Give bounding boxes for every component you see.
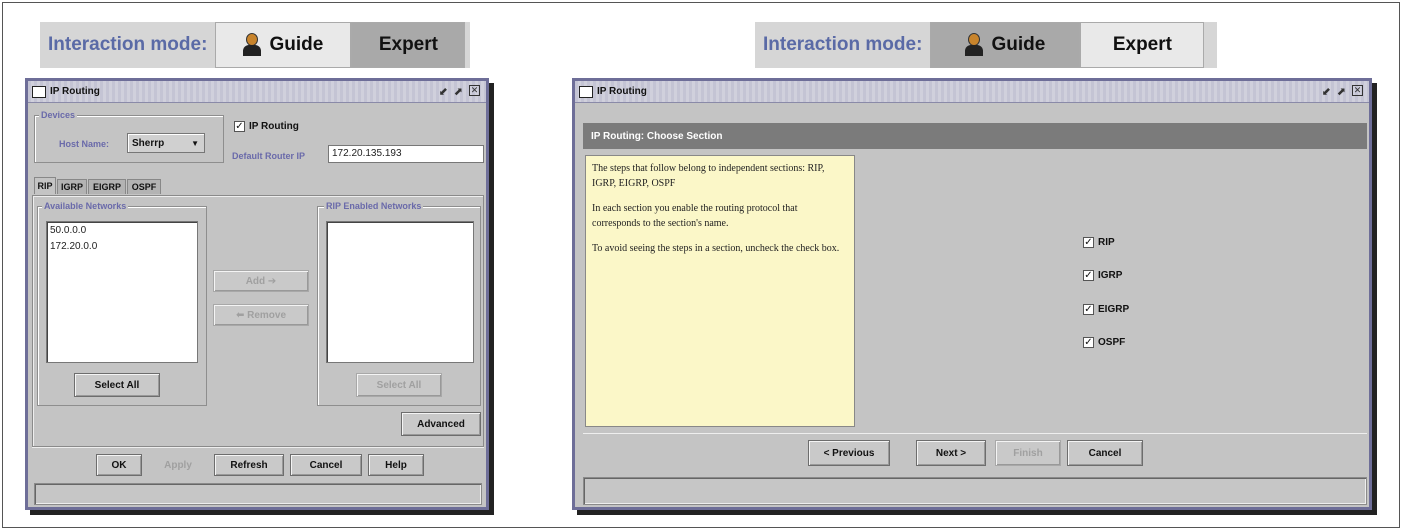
ip-routing-checkbox[interactable]: ✓ IP Routing (234, 121, 299, 132)
mode-label: Interaction mode: (763, 34, 923, 55)
arrow-right-icon: ➔ (267, 275, 277, 287)
right-mode-bar: Interaction mode: Guide Expert (755, 22, 1217, 68)
select-all-button[interactable]: Select All (74, 373, 160, 397)
cancel-button[interactable]: Cancel (1067, 440, 1143, 466)
available-networks-title: Available Networks (42, 201, 129, 211)
tab-panel: Available Networks 50.0.0.0 172.20.0.0 S… (32, 195, 484, 447)
available-networks-list[interactable]: 50.0.0.0 172.20.0.0 (46, 221, 198, 363)
tab-eigrp[interactable]: EIGRP (88, 179, 126, 194)
cancel-button[interactable]: Cancel (290, 454, 362, 476)
host-name-value: Sherrp (132, 137, 165, 149)
apply-button[interactable]: Apply (148, 454, 208, 476)
expert-mode-button[interactable]: Expert (1080, 22, 1205, 68)
expert-label: Expert (378, 34, 438, 55)
right-ip-routing-window: IP Routing ⬋ ⬈ ✕ IP Routing: Choose Sect… (572, 78, 1372, 510)
guide-person-icon (243, 33, 262, 57)
maximize-icon[interactable]: ⬈ (454, 85, 463, 98)
list-item[interactable]: 50.0.0.0 (50, 225, 194, 236)
section-header: IP Routing: Choose Section (583, 123, 1367, 149)
host-name-select[interactable]: Sherrp ▼ (127, 133, 205, 153)
help-paragraph: To avoid seeing the steps in a section, … (592, 243, 840, 254)
divider (583, 433, 1367, 434)
help-button[interactable]: Help (368, 454, 424, 476)
devices-group: Devices Host Name: Sherrp ▼ (34, 110, 224, 163)
close-icon[interactable]: ✕ (1352, 85, 1363, 96)
protocol-tabs: RIP IGRP EIGRP OSPF (34, 177, 184, 196)
default-router-input[interactable]: 172.20.135.193 (328, 145, 484, 163)
minimize-icon[interactable]: ⬋ (1322, 85, 1331, 98)
maximize-icon[interactable]: ⬈ (1337, 85, 1346, 98)
add-label: Add (245, 275, 266, 287)
mode-label: Interaction mode: (48, 34, 208, 55)
ospf-label: OSPF (1098, 337, 1126, 348)
window-title: IP Routing (50, 86, 100, 97)
add-button[interactable]: Add ➔ (213, 270, 309, 292)
advanced-button[interactable]: Advanced (401, 412, 481, 436)
window-titlebar: IP Routing ⬋ ⬈ ✕ (575, 81, 1369, 103)
rip-enabled-networks-group: RIP Enabled Networks Select All (317, 201, 481, 406)
section-header-title: IP Routing: Choose Section (591, 130, 723, 142)
chevron-down-icon: ▼ (191, 138, 199, 148)
status-bar (34, 483, 482, 505)
status-bar (583, 477, 1367, 505)
minimize-icon[interactable]: ⬋ (439, 85, 448, 98)
left-ip-routing-window: IP Routing ⬋ ⬈ ✕ Devices Host Name: Sher… (25, 78, 489, 510)
guide-label: Guide (269, 34, 324, 55)
window-title: IP Routing (597, 86, 647, 97)
window-icon (32, 85, 46, 98)
checkbox-checked-icon: ✓ (234, 121, 245, 132)
guide-mode-button[interactable]: Guide (215, 22, 352, 68)
arrow-left-icon: ⬅ (235, 309, 245, 321)
help-panel: The steps that follow belong to independ… (585, 155, 855, 427)
eigrp-label: EIGRP (1098, 304, 1130, 315)
rip-label: RIP (1098, 237, 1115, 248)
expert-mode-button[interactable]: Expert (351, 22, 466, 68)
devices-group-title: Devices (39, 110, 78, 120)
remove-button[interactable]: ⬅ Remove (213, 304, 309, 326)
guide-mode-button[interactable]: Guide (930, 22, 1081, 68)
eigrp-checkbox[interactable]: ✓ EIGRP (1083, 304, 1129, 315)
expert-label: Expert (1112, 34, 1172, 55)
rip-enabled-networks-list[interactable] (326, 221, 474, 363)
igrp-label: IGRP (1098, 270, 1123, 281)
next-button[interactable]: Next > (916, 440, 986, 466)
finish-button[interactable]: Finish (995, 440, 1061, 466)
tab-rip[interactable]: RIP (34, 177, 56, 194)
igrp-checkbox[interactable]: ✓ IGRP (1083, 270, 1122, 281)
remove-label: Remove (247, 309, 287, 321)
guide-label: Guide (991, 34, 1046, 55)
checkbox-checked-icon: ✓ (1083, 270, 1094, 281)
checkbox-checked-icon: ✓ (1083, 337, 1094, 348)
rip-enabled-networks-title: RIP Enabled Networks (324, 201, 424, 211)
default-router-label: Default Router IP (232, 151, 306, 161)
guide-person-icon (965, 33, 984, 57)
help-paragraph: In each section you enable the routing p… (592, 203, 798, 229)
checkbox-checked-icon: ✓ (1083, 237, 1094, 248)
help-paragraph: The steps that follow belong to independ… (592, 163, 825, 189)
close-icon[interactable]: ✕ (469, 85, 480, 96)
tab-ospf[interactable]: OSPF (127, 179, 161, 194)
ospf-checkbox[interactable]: ✓ OSPF (1083, 337, 1125, 348)
dialog-button-bar: OK Apply Refresh Cancel Help (32, 447, 484, 477)
available-networks-group: Available Networks 50.0.0.0 172.20.0.0 S… (37, 201, 207, 406)
refresh-button[interactable]: Refresh (214, 454, 284, 476)
left-mode-bar: Interaction mode: Guide Expert (40, 22, 470, 68)
window-titlebar: IP Routing ⬋ ⬈ ✕ (28, 81, 486, 103)
tab-igrp[interactable]: IGRP (57, 179, 87, 194)
list-item[interactable]: 172.20.0.0 (50, 241, 194, 252)
previous-button[interactable]: < Previous (808, 440, 890, 466)
select-all-enabled-button[interactable]: Select All (356, 373, 442, 397)
window-icon (579, 85, 593, 98)
rip-checkbox[interactable]: ✓ RIP (1083, 237, 1115, 248)
checkbox-checked-icon: ✓ (1083, 304, 1094, 315)
host-name-label: Host Name: (59, 139, 110, 149)
ok-button[interactable]: OK (96, 454, 142, 476)
ip-routing-label: IP Routing (249, 121, 299, 132)
